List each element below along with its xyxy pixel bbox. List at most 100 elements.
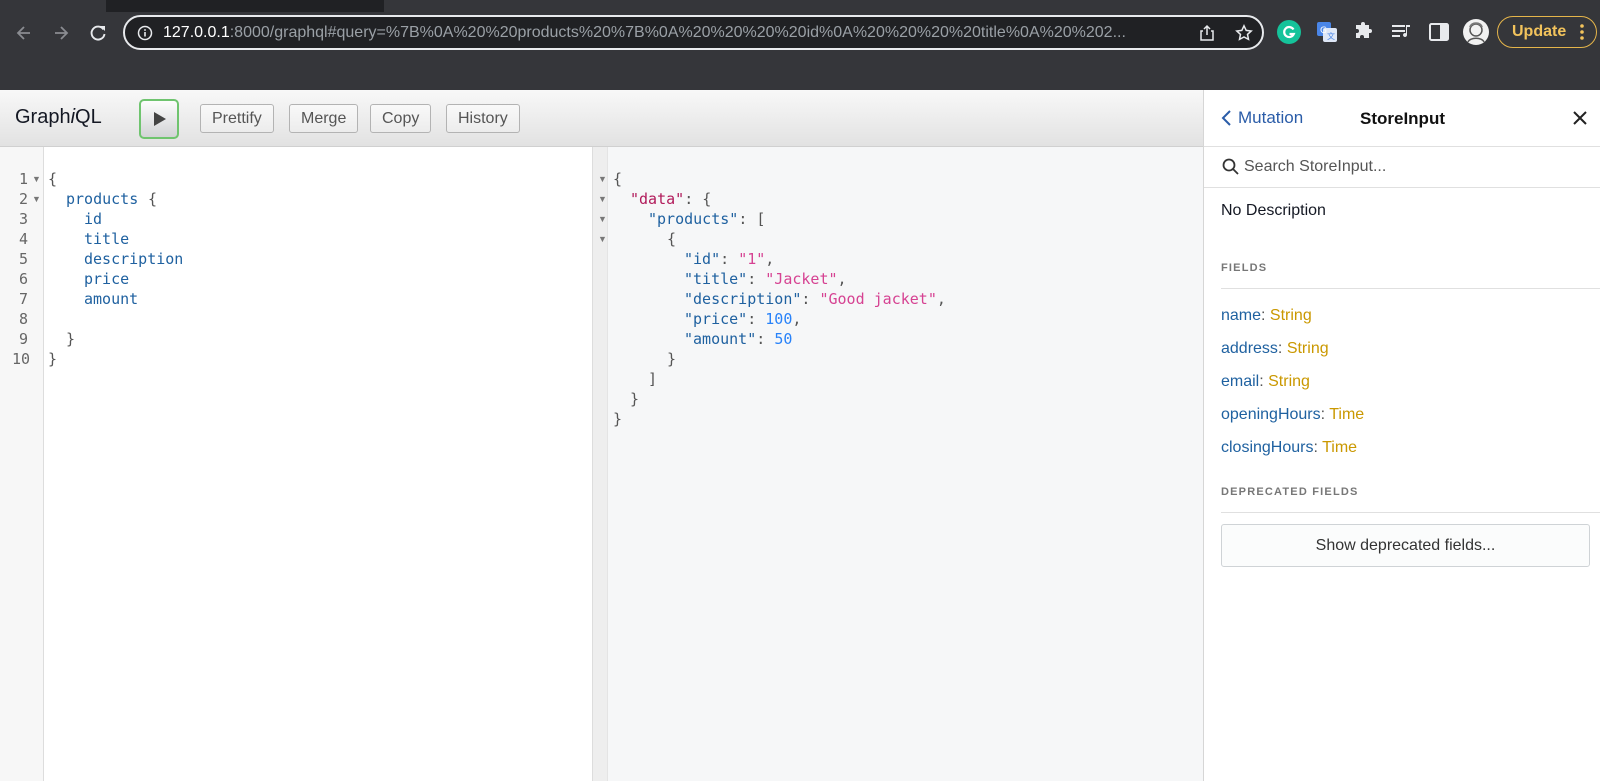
query-field-id: id xyxy=(84,210,103,228)
section-divider xyxy=(1221,512,1600,513)
line-number: 1 xyxy=(18,170,28,188)
field-row: email: String xyxy=(1221,373,1310,390)
doc-explorer-header: Mutation StoreInput xyxy=(1204,90,1600,147)
grammarly-icon[interactable] xyxy=(1277,20,1301,44)
browser-tab[interactable] xyxy=(0,0,106,12)
doc-title: StoreInput xyxy=(1360,109,1445,128)
field-name-link[interactable]: closingHours xyxy=(1221,439,1313,456)
field-name-link[interactable]: email xyxy=(1221,373,1259,390)
section-divider xyxy=(1221,288,1600,289)
url-text: 127.0.0.1:8000/graphql#query=%7B%0A%20%2… xyxy=(163,24,1183,42)
line-number: 5 xyxy=(18,250,28,268)
field-name-link[interactable]: openingHours xyxy=(1221,406,1321,423)
browser-toolbar: 127.0.0.1:8000/graphql#query=%7B%0A%20%2… xyxy=(0,12,1600,52)
fold-arrow-icon[interactable]: ▼ xyxy=(598,209,607,229)
line-number: 3 xyxy=(18,210,28,228)
back-icon[interactable] xyxy=(12,21,36,45)
json-line-amount: "amount": 50 xyxy=(684,330,793,348)
extensions-puzzle-icon[interactable] xyxy=(1352,20,1376,44)
query-field-description: description xyxy=(84,250,184,268)
profile-avatar-icon[interactable] xyxy=(1462,18,1490,46)
fields-heading: FIELDS xyxy=(1221,262,1268,274)
field-row: name: String xyxy=(1221,307,1312,324)
doc-explorer: Mutation StoreInput No Description FIELD… xyxy=(1203,90,1600,781)
json-brace: } xyxy=(630,390,640,408)
fold-arrow-icon[interactable]: ▼ xyxy=(598,169,607,189)
line-number: 8 xyxy=(18,310,28,328)
browser-tab[interactable] xyxy=(384,0,1600,12)
field-type-link[interactable]: Time xyxy=(1329,406,1364,423)
field-row: closingHours: Time xyxy=(1221,439,1358,456)
field-type-link[interactable]: Time xyxy=(1322,439,1357,456)
query-field-products: products xyxy=(66,190,139,208)
close-icon[interactable] xyxy=(1571,109,1589,127)
query-brace: { xyxy=(48,170,58,188)
address-bar[interactable]: 127.0.0.1:8000/graphql#query=%7B%0A%20%2… xyxy=(123,15,1264,50)
json-brace: { xyxy=(667,230,677,248)
show-deprecated-fields-button[interactable]: Show deprecated fields... xyxy=(1221,524,1590,567)
search-icon xyxy=(1222,158,1239,175)
field-name-link[interactable]: address xyxy=(1221,340,1278,357)
line-number: 4 xyxy=(18,230,28,248)
json-line-title: "title": "Jacket", xyxy=(684,270,847,288)
query-editor[interactable]: 1 2 3 4 5 6 7 8 9 10 ▼ ▼ { products { id… xyxy=(0,147,592,781)
more-menu-icon[interactable] xyxy=(1580,23,1584,41)
reload-icon[interactable] xyxy=(86,21,110,45)
forward-icon[interactable] xyxy=(49,21,73,45)
json-brace: { xyxy=(613,170,623,188)
deprecated-fields-heading: DEPRECATED FIELDS xyxy=(1221,486,1359,498)
json-bracket: ] xyxy=(648,370,658,388)
fold-arrow-icon[interactable]: ▼ xyxy=(598,189,607,209)
field-type-link[interactable]: String xyxy=(1268,373,1310,390)
json-line-id: "id": "1", xyxy=(684,250,775,268)
svg-text:文: 文 xyxy=(1327,31,1335,41)
json-brace: } xyxy=(667,350,677,368)
graphiql-toolbar: GraphiQL Prettify Merge Copy History xyxy=(0,90,1203,147)
line-number: 2 xyxy=(18,190,28,208)
translate-icon[interactable]: G文 xyxy=(1315,20,1339,44)
type-description: No Description xyxy=(1221,202,1326,219)
line-number: 6 xyxy=(18,270,28,288)
update-button[interactable]: Update xyxy=(1497,16,1597,48)
update-label: Update xyxy=(1512,23,1567,40)
line-number: 10 xyxy=(12,350,31,368)
browser-bookmarks-area xyxy=(0,52,1600,90)
fold-arrow-icon[interactable]: ▼ xyxy=(598,229,607,249)
doc-search-input[interactable] xyxy=(1244,155,1584,179)
doc-search-bar xyxy=(1204,147,1600,188)
execute-query-button[interactable] xyxy=(139,99,179,139)
query-brace: { xyxy=(148,190,158,208)
url-host: 127.0.0.1 xyxy=(163,24,230,41)
prettify-button[interactable]: Prettify xyxy=(200,104,274,133)
query-field-title: title xyxy=(84,230,130,248)
field-row: openingHours: Time xyxy=(1221,406,1365,423)
fold-arrow-icon[interactable]: ▼ xyxy=(32,189,41,209)
media-queue-icon[interactable] xyxy=(1389,20,1413,44)
url-path: :8000/graphql#query=%7B%0A%20%20products… xyxy=(229,24,1126,41)
query-field-amount: amount xyxy=(84,290,139,308)
query-brace: } xyxy=(48,350,58,368)
line-number: 7 xyxy=(18,290,28,308)
graphiql-logo: GraphiQL xyxy=(15,106,102,128)
field-name-link[interactable]: name xyxy=(1221,307,1261,324)
share-icon[interactable] xyxy=(1198,24,1216,42)
fold-arrow-icon[interactable]: ▼ xyxy=(32,169,41,189)
json-line-description: "description": "Good jacket", xyxy=(684,290,946,308)
site-info-icon[interactable] xyxy=(137,25,153,41)
result-viewer: ▼ ▼ ▼ ▼ { "data": { "products": [ { "id"… xyxy=(598,147,1203,781)
copy-button[interactable]: Copy xyxy=(370,104,432,133)
field-type-link[interactable]: String xyxy=(1270,307,1312,324)
json-brace: } xyxy=(613,410,623,428)
line-number: 9 xyxy=(18,330,28,348)
query-brace: } xyxy=(66,330,76,348)
query-field-price: price xyxy=(84,270,130,288)
side-panel-icon[interactable] xyxy=(1427,20,1451,44)
field-type-link[interactable]: String xyxy=(1287,340,1329,357)
history-button[interactable]: History xyxy=(446,104,520,133)
json-line-data: "data": { xyxy=(630,190,712,208)
json-line-price: "price": 100, xyxy=(684,310,802,328)
bookmark-star-icon[interactable] xyxy=(1235,24,1253,42)
merge-button[interactable]: Merge xyxy=(289,104,359,133)
browser-tab-strip xyxy=(0,0,1600,12)
json-line-products: "products": [ xyxy=(648,210,766,228)
